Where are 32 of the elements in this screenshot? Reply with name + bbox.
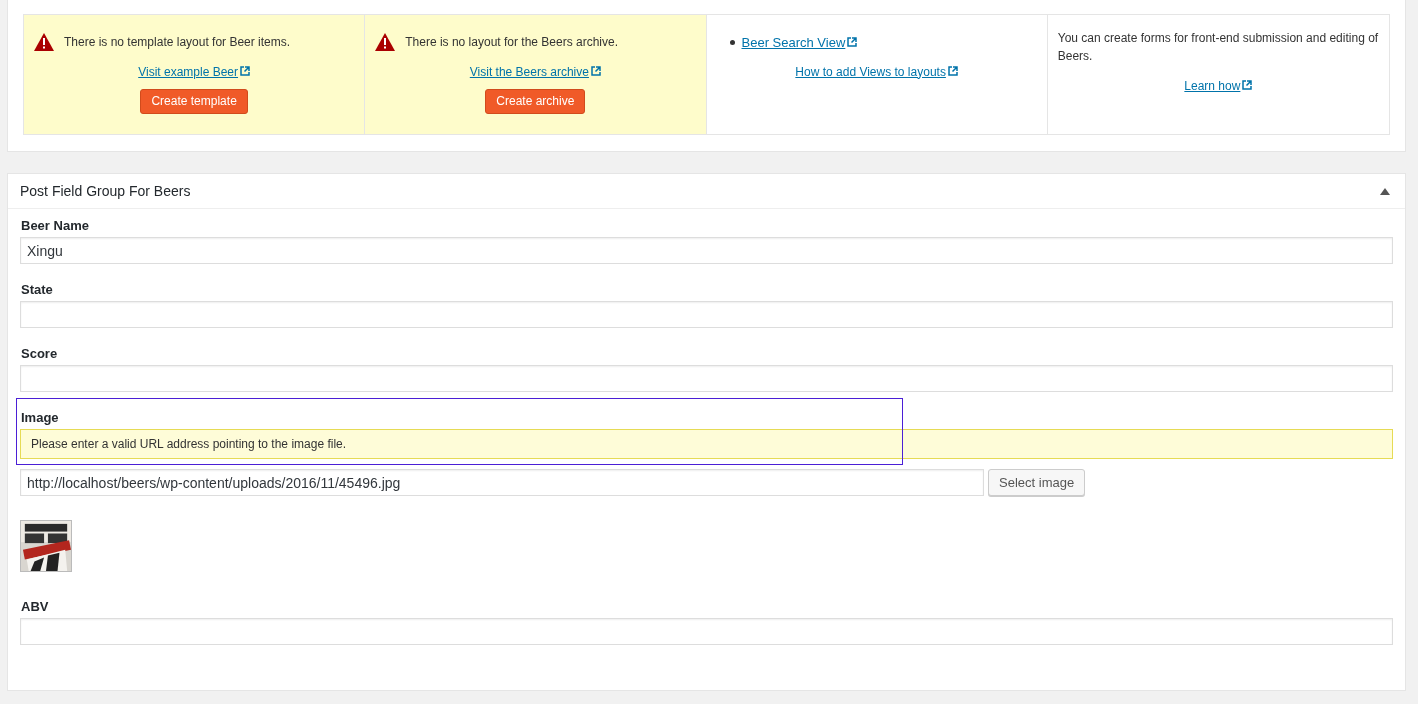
warning-message: There is no template layout for Beer items. bbox=[64, 34, 291, 51]
field-label: Beer Name bbox=[20, 217, 90, 235]
warning-icon bbox=[375, 33, 396, 51]
create-button[interactable]: Create template bbox=[140, 88, 248, 114]
error-message: Please enter a valid URL address pointing to the image file. bbox=[20, 429, 1393, 459]
field-label: Score bbox=[20, 345, 59, 363]
link[interactable]: Visit example Beer bbox=[138, 65, 251, 79]
panel-title: Post Field Group For Beers bbox=[20, 181, 191, 201]
external-link-icon bbox=[947, 65, 958, 76]
select-image-button[interactable]: Select image bbox=[988, 469, 1086, 496]
field-label: ABV bbox=[20, 598, 50, 616]
link[interactable]: Visit the Beers archive bbox=[469, 65, 601, 79]
text-field[interactable] bbox=[20, 365, 1393, 392]
link[interactable]: How to add Views to layouts bbox=[795, 64, 958, 79]
view-link[interactable]: Beer Search View bbox=[741, 33, 858, 53]
external-link-icon bbox=[847, 37, 858, 47]
field-label: State bbox=[20, 281, 54, 299]
text-field[interactable] bbox=[20, 301, 1393, 328]
text-field[interactable]: Xingu bbox=[20, 237, 1393, 264]
text-field[interactable]: http://localhost/beers/wp-content/uploads/2016/11/45496.jpg bbox=[20, 469, 984, 496]
warning-message: There is no layout for the Beers archive. bbox=[405, 34, 619, 51]
external-link-icon bbox=[240, 66, 251, 76]
collapse-arrow-icon bbox=[1380, 187, 1390, 195]
create-button[interactable]: Create archive bbox=[485, 88, 586, 114]
external-link-icon bbox=[1242, 80, 1253, 90]
external-link-icon bbox=[590, 66, 601, 76]
link[interactable]: Learn how bbox=[1184, 79, 1253, 93]
field-label: Image bbox=[20, 409, 60, 427]
text-field[interactable] bbox=[20, 618, 1393, 645]
forms-description: You can create forms for front-end submission and editing of Beers. bbox=[1057, 30, 1379, 65]
bullet-icon bbox=[729, 40, 735, 46]
warning-icon bbox=[34, 33, 54, 51]
